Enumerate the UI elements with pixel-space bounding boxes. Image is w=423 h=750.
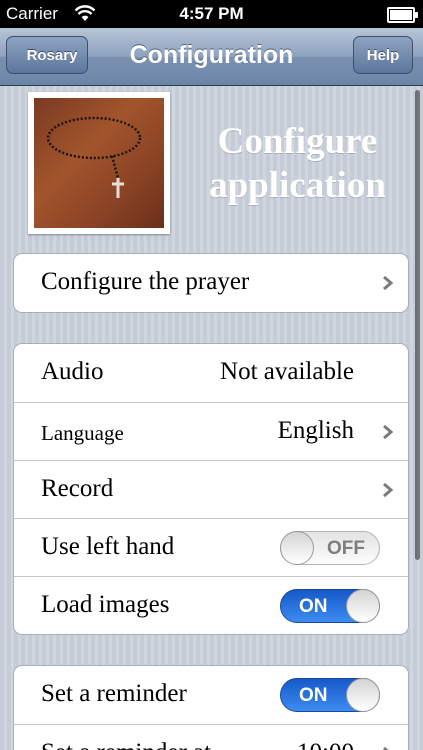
audio-label: Audio (41, 358, 104, 385)
left-hand-row: Use left hand OFF (14, 518, 408, 576)
record-row[interactable]: Record (14, 460, 408, 518)
chevron-right-icon (383, 275, 394, 291)
header-title: Configure application (190, 120, 405, 208)
navigation-bar: Rosary Configuration Help (0, 28, 423, 86)
load-images-label: Load images (41, 591, 170, 618)
language-row[interactable]: Language English (14, 402, 408, 460)
load-images-row: Load images ON (14, 576, 408, 634)
chevron-right-icon (383, 424, 394, 440)
left-hand-toggle-text: OFF (327, 538, 365, 559)
help-button[interactable]: Help (353, 36, 413, 74)
rosary-icon (46, 116, 142, 198)
settings-content[interactable]: Configure application Configure the pray… (0, 86, 423, 750)
toggle-knob (280, 531, 314, 565)
reminder-group: Set a reminder ON Set a reminder at 10:0… (13, 665, 409, 750)
set-reminder-toggle-text: ON (299, 685, 328, 706)
toggle-knob (346, 589, 380, 623)
left-hand-toggle[interactable]: OFF (280, 531, 380, 565)
scrollbar[interactable] (415, 90, 420, 560)
status-bar: Carrier 4:57 PM (0, 0, 423, 28)
chevron-right-icon (383, 482, 394, 498)
set-reminder-row: Set a reminder ON (14, 666, 408, 724)
configure-prayer-row[interactable]: Configure the prayer (14, 254, 408, 312)
chevron-right-icon (383, 746, 389, 750)
toggle-knob (346, 678, 380, 712)
rosary-photo (28, 92, 170, 234)
clock: 4:57 PM (179, 4, 244, 23)
configure-prayer-label: Configure the prayer (41, 268, 250, 295)
battery-icon (387, 7, 418, 23)
reminder-time-value: 10:00 (297, 739, 354, 750)
prayer-group: Configure the prayer (13, 253, 409, 313)
load-images-toggle-text: ON (299, 596, 328, 617)
left-hand-label: Use left hand (41, 533, 175, 560)
set-reminder-toggle[interactable]: ON (280, 678, 380, 712)
audio-row: Audio Not available (14, 344, 408, 402)
language-label: Language (41, 421, 124, 445)
record-label: Record (41, 475, 114, 502)
language-value: English (277, 417, 354, 444)
header-title-line1: Configure (217, 121, 378, 162)
load-images-toggle[interactable]: ON (280, 589, 380, 623)
help-button-label: Help (366, 46, 400, 64)
reminder-time-row[interactable]: Set a reminder at 10:00 (14, 724, 408, 750)
reminder-time-label: Set a reminder at (41, 739, 211, 750)
audio-value: Not available (220, 358, 354, 385)
header-title-line2: application (209, 165, 386, 206)
settings-group: Audio Not available Language English Rec… (13, 343, 409, 635)
set-reminder-label: Set a reminder (41, 680, 187, 707)
